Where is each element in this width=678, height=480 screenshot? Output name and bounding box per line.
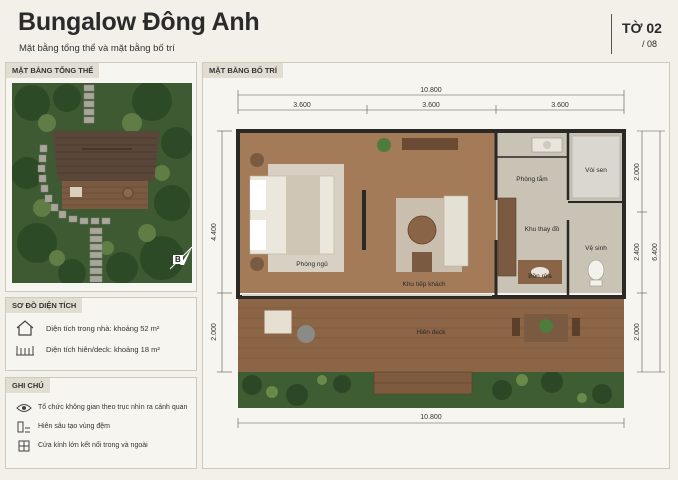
sheet-number: TỜ 02 — [622, 20, 662, 36]
room-bedroom: Phòng ngủ — [296, 260, 328, 268]
note-1-text: Tổ chức không gian theo trục nhìn ra cản… — [38, 404, 188, 411]
dim-top-1: 3.600 — [293, 102, 311, 109]
dim-left-1: 4.400 — [211, 223, 218, 241]
area-label: SƠ ĐỒ DIỆN TÍCH — [6, 298, 83, 313]
area-deck-text: Diện tích hiên/deck: khoảng 18 m² — [46, 345, 160, 354]
dim-total-bottom: 10.800 — [420, 414, 442, 421]
deck-icon — [16, 346, 34, 356]
room-sink: Bồn rửa — [528, 271, 552, 280]
room-wc: Vệ sinh — [585, 245, 607, 252]
notes-panel: GHI CHÚ Tổ chức không gian theo trục nhì… — [5, 377, 197, 469]
dim-top-2: 3.600 — [422, 102, 440, 109]
dim-right-2: 2.400 — [634, 243, 641, 261]
floor-plan-drawing: 10.800 3.600 3.600 3.600 4.400 2.000 2.0… — [211, 87, 665, 428]
page-title: Bungalow Đông Anh — [18, 8, 260, 36]
eye-icon — [16, 404, 32, 412]
sheet-total: / 08 — [642, 39, 658, 49]
room-shower: Vòi sen — [585, 167, 607, 174]
dim-total-top: 10.800 — [420, 87, 442, 94]
dim-right-1: 2.000 — [634, 163, 641, 181]
area-indoor-text: Diện tích trong nhà: khoảng 52 m² — [46, 324, 160, 333]
dim-left-2: 2.000 — [211, 323, 218, 341]
area-panel: SƠ ĐỒ DIỆN TÍCH Diện tích trong nhà: kho… — [5, 297, 197, 371]
floor-plan-label: MẶT BẰNG BỐ TRÍ — [203, 63, 283, 78]
notes-label: GHI CHÚ — [6, 378, 50, 393]
site-plan-panel: MẶT BẰNG TỔNG THỂ B — [5, 62, 197, 292]
room-living: Khu tiếp khách — [402, 279, 445, 288]
room-deck: Hiên deck — [417, 329, 447, 336]
room-bath: Phòng tắm — [516, 174, 547, 183]
window-icon — [18, 440, 30, 452]
note-2-text: Hiên sâu tạo vùng đệm — [38, 423, 110, 430]
dim-top-3: 3.600 — [551, 102, 569, 109]
page-subtitle: Mặt bằng tổng thể và mặt bằng bố trí — [19, 43, 175, 54]
dim-right-3: 2.000 — [634, 323, 641, 341]
room-changing: Khu thay đồ — [525, 224, 560, 233]
sheet-number-box: TỜ 02 / 08 — [611, 14, 667, 54]
north-letter: B — [173, 255, 183, 264]
dim-right-total: 6.400 — [652, 243, 659, 261]
note-3-text: Cửa kính lớn kết nối trong và ngoài — [38, 442, 148, 449]
layers-icon — [17, 421, 30, 433]
house-icon — [16, 320, 34, 336]
site-plan-label: MẶT BẰNG TỔNG THỂ — [6, 63, 100, 78]
site-plan-drawing — [12, 83, 192, 283]
